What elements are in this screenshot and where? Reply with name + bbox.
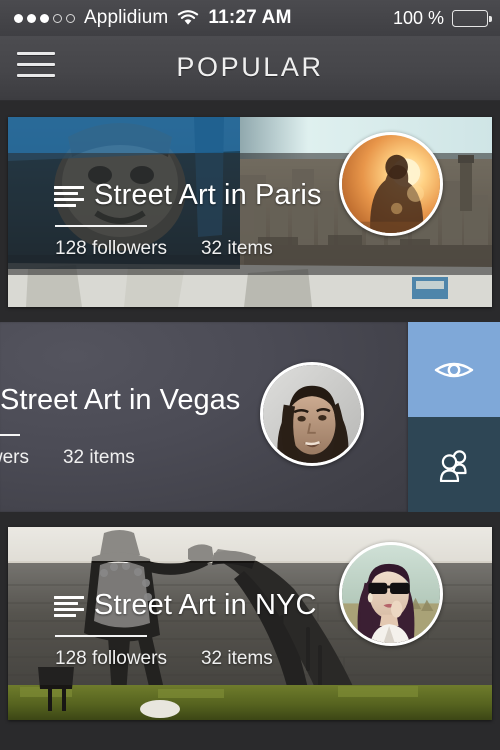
signal-dot-5 <box>66 13 75 23</box>
list-line-3 <box>54 198 84 201</box>
card-title: Street Art in Paris <box>94 179 322 211</box>
card-title: Street Art in NYC <box>94 589 317 621</box>
title-divider <box>55 635 147 637</box>
items-count: 32 items <box>200 238 273 259</box>
items-count: 32 items <box>200 648 273 669</box>
status-bar-right: 100 % <box>392 7 492 29</box>
signal-dot-1 <box>14 13 23 23</box>
list-line-2 <box>54 602 78 605</box>
avatar[interactable] <box>339 132 443 236</box>
list-line-1 <box>54 596 84 599</box>
signal-strength-dots <box>14 13 75 23</box>
battery-percent-label: 100 % <box>392 7 444 28</box>
list-item-swiped[interactable]: Street Art in Vegas followers 32 items <box>0 322 500 512</box>
list-line-3 <box>54 608 84 611</box>
items-count: 32 items <box>62 447 135 468</box>
battery-full-icon <box>452 9 492 27</box>
navigation-bar: POPULAR <box>0 36 500 101</box>
status-bar: Applidium 11:27 AM 100 % <box>0 0 500 36</box>
swipe-actions <box>408 322 500 512</box>
carrier-name: Applidium <box>84 7 169 28</box>
list-line-1 <box>54 186 84 189</box>
phone-screen: Applidium 11:27 AM 100 % POPULAR Street … <box>0 0 500 750</box>
signal-dot-4 <box>53 13 62 23</box>
collection-list[interactable]: Street Art in Paris 128 followers 32 ite… <box>0 100 500 750</box>
view-action-button[interactable] <box>408 322 500 417</box>
list-lines-icon <box>54 186 84 211</box>
card-meta: followers 32 items <box>0 447 135 469</box>
follow-action-button[interactable] <box>408 417 500 512</box>
followers-count: 128 followers <box>55 238 167 259</box>
status-bar-left: Applidium <box>14 7 199 29</box>
signal-dot-2 <box>27 13 36 23</box>
avatar[interactable] <box>339 542 443 646</box>
swiped-card[interactable]: Street Art in Vegas followers 32 items <box>0 322 408 512</box>
avatar[interactable] <box>260 362 364 466</box>
card-meta: 128 followers 32 items <box>55 648 273 670</box>
list-item[interactable]: Street Art in NYC 128 followers 32 items <box>8 527 492 720</box>
people-group-icon <box>436 448 472 482</box>
card-title: Street Art in Vegas <box>0 384 241 416</box>
list-line-4 <box>54 614 76 617</box>
page-title: POPULAR <box>176 52 324 82</box>
list-line-4 <box>54 204 76 207</box>
eye-icon <box>433 357 475 383</box>
card-meta: 128 followers 32 items <box>55 238 273 260</box>
list-lines-icon <box>54 596 84 621</box>
title-divider <box>0 434 20 436</box>
list-item[interactable]: Street Art in Paris 128 followers 32 ite… <box>8 117 492 307</box>
wifi-icon <box>177 9 199 27</box>
followers-count: followers <box>0 447 29 468</box>
followers-count: 128 followers <box>55 648 167 669</box>
title-divider <box>55 225 147 227</box>
list-line-2 <box>54 192 78 195</box>
signal-dot-3 <box>40 13 49 23</box>
